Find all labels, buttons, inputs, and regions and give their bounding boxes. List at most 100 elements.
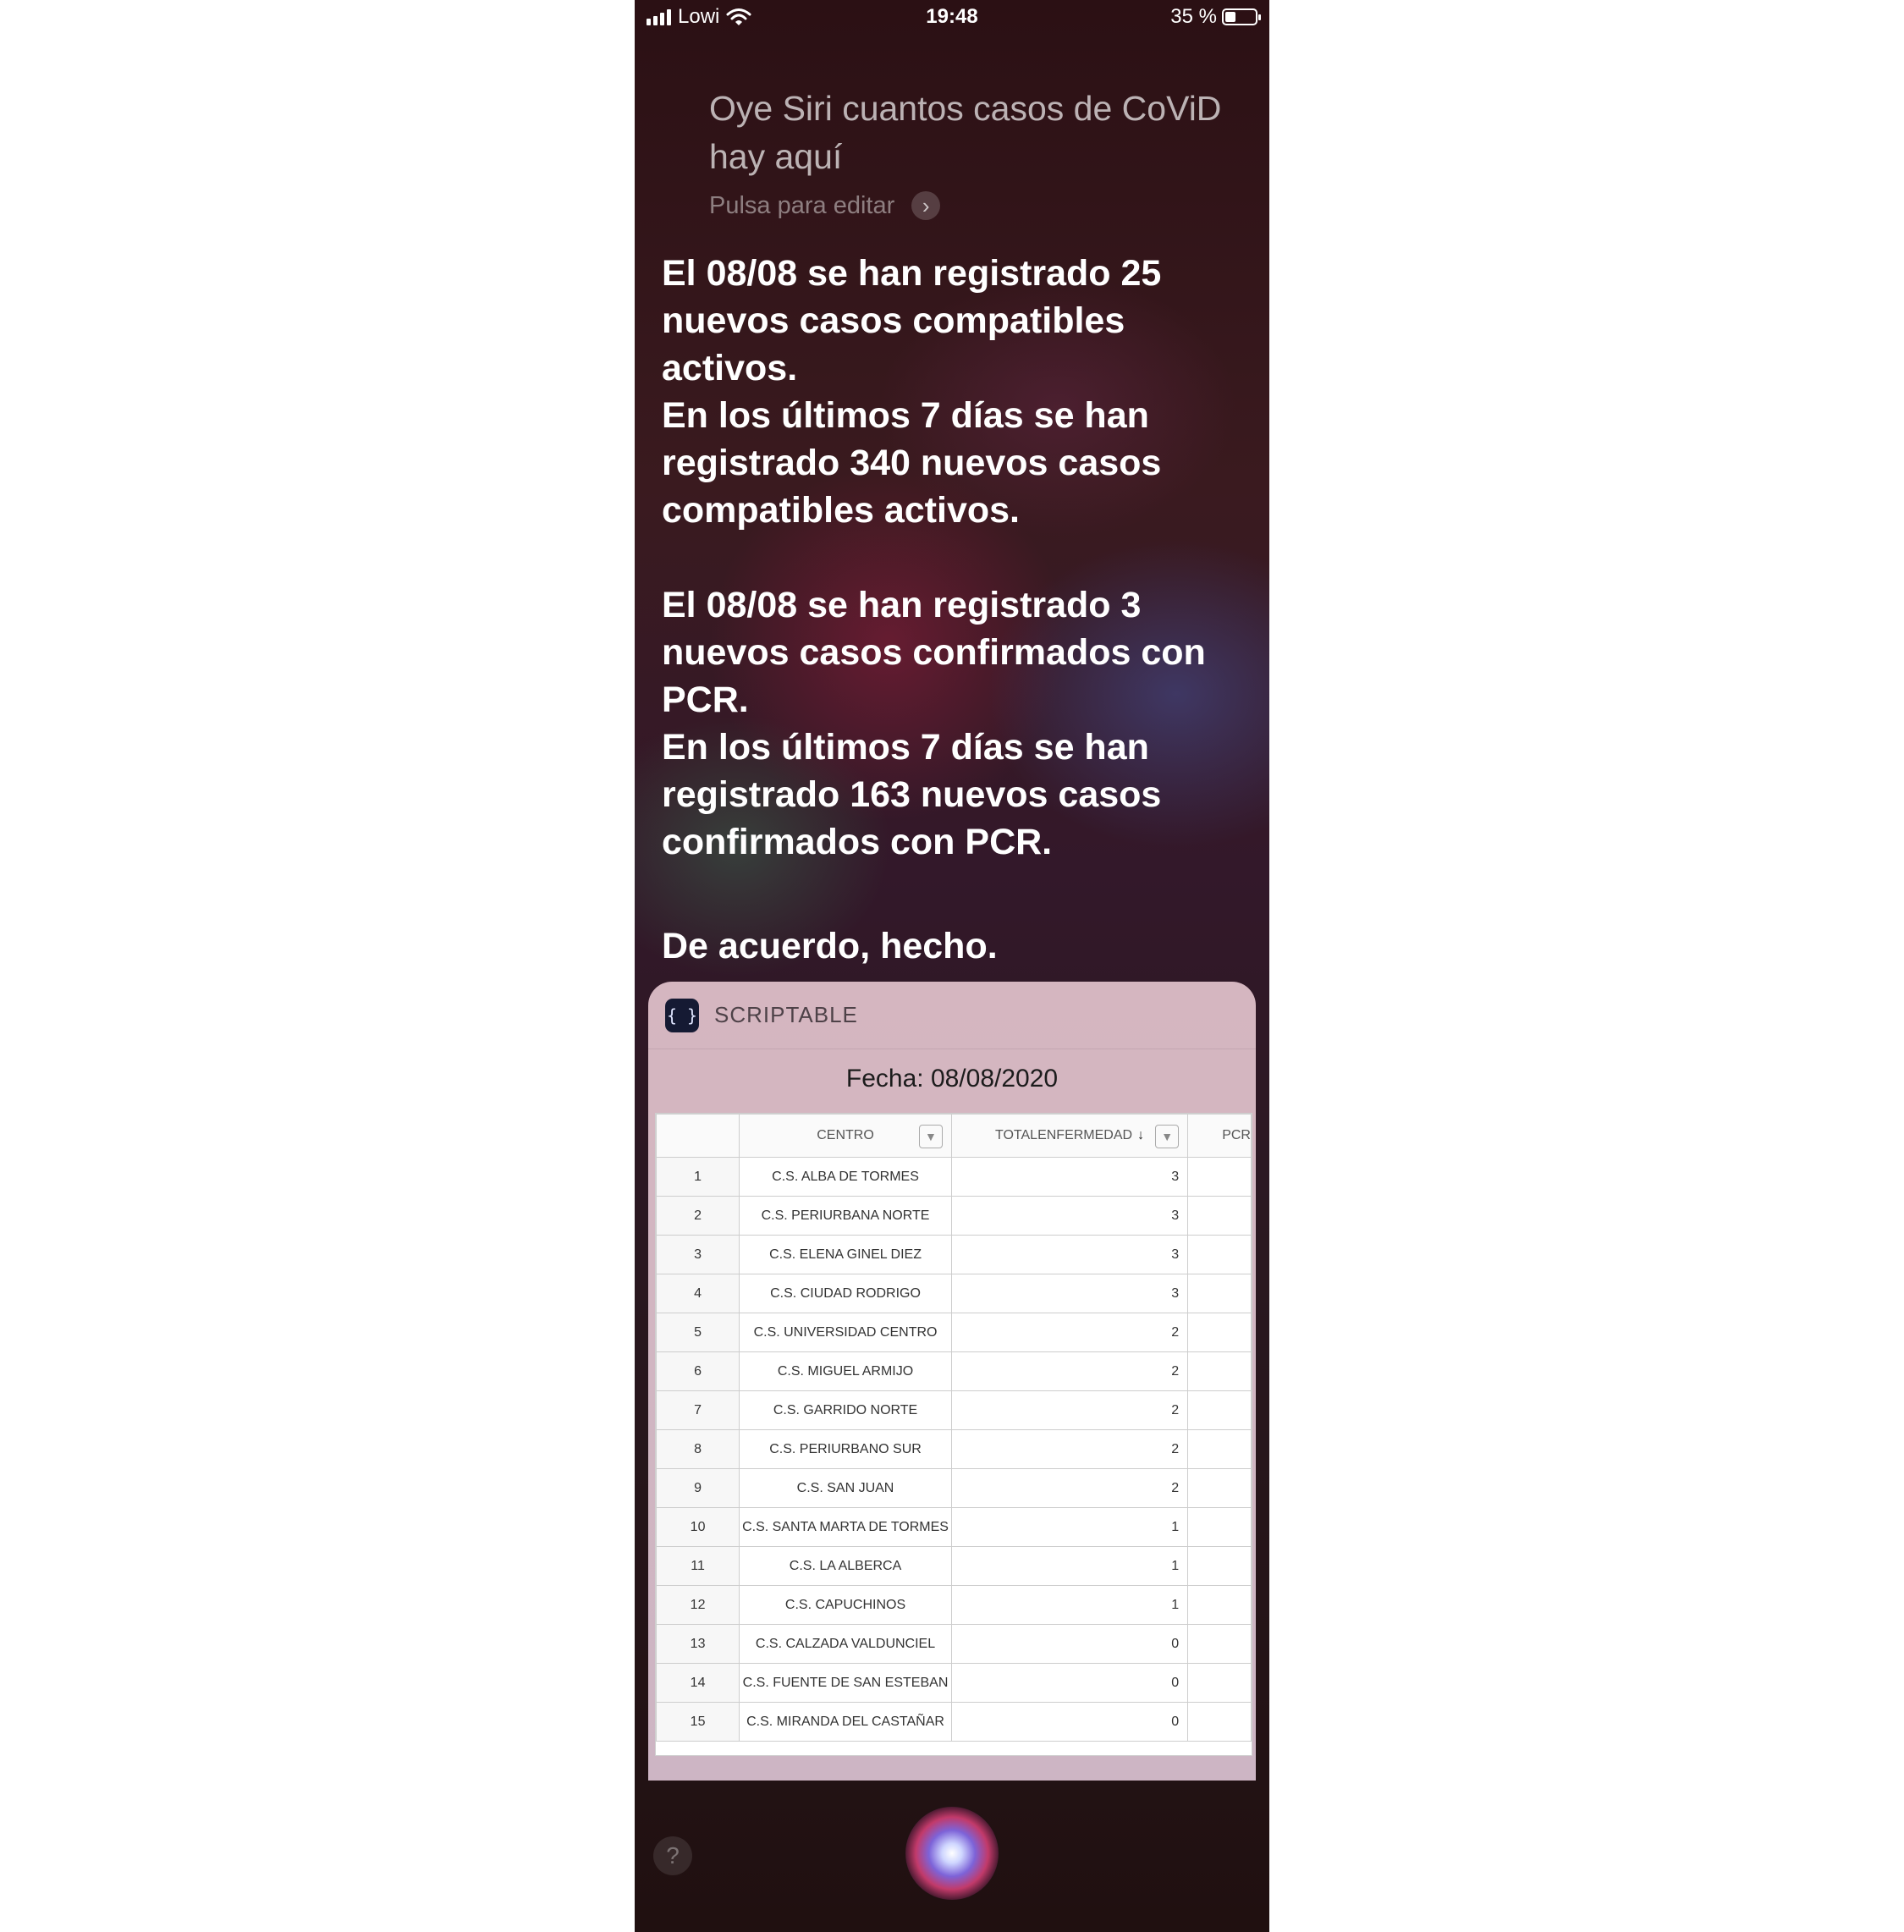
siri-screen: Lowi 19:48 35 % Oye Siri cuantos casos d… — [635, 0, 1269, 1932]
row-index: 4 — [656, 1274, 740, 1313]
row-index: 2 — [656, 1196, 740, 1236]
pcr-cell — [1187, 1624, 1252, 1664]
help-button[interactable]: ? — [653, 1836, 692, 1875]
pcr-cell — [1187, 1274, 1252, 1313]
table-row[interactable]: 2 C.S. PERIURBANA NORTE 3 — [656, 1196, 1252, 1236]
row-index: 8 — [656, 1429, 740, 1469]
total-cell: 3 — [950, 1274, 1189, 1313]
pcr-cell — [1187, 1507, 1252, 1547]
table-row[interactable]: 6 C.S. MIGUEL ARMIJO 2 — [656, 1351, 1252, 1391]
table-row[interactable]: 10 C.S. SANTA MARTA DE TORMES 1 — [656, 1507, 1252, 1547]
total-cell: 2 — [950, 1468, 1189, 1508]
answer-text: En los últimos 7 días se han registrado … — [662, 395, 1162, 531]
centro-cell: C.S. UNIVERSIDAD CENTRO — [739, 1313, 952, 1352]
centro-cell: C.S. ELENA GINEL DIEZ — [739, 1235, 952, 1274]
scriptable-card[interactable]: { } SCRIPTABLE Fecha: 08/08/2020 CENTRO … — [648, 982, 1256, 1781]
total-cell: 3 — [950, 1157, 1189, 1197]
siri-query[interactable]: Oye Siri cuantos casos de CoViD hay aquí — [709, 85, 1251, 181]
pcr-cell — [1187, 1468, 1252, 1508]
centro-cell: C.S. CIUDAD RODRIGO — [739, 1274, 952, 1313]
pcr-cell — [1187, 1663, 1252, 1703]
total-cell: 0 — [950, 1663, 1189, 1703]
filter-icon[interactable]: ▼ — [1155, 1125, 1180, 1148]
total-cell: 3 — [950, 1235, 1189, 1274]
column-label: PCR — [1222, 1128, 1251, 1142]
pcr-cell — [1187, 1351, 1252, 1391]
results-table[interactable]: CENTRO ▼ TOTALENFERMEDAD ↓ ▼ PCR 1 C.S. AL… — [655, 1113, 1252, 1756]
siri-answer: El 08/08 se han registrado 25 nuevos cas… — [662, 250, 1246, 866]
row-index: 13 — [656, 1624, 740, 1664]
row-index: 14 — [656, 1663, 740, 1703]
table-row[interactable]: 3 C.S. ELENA GINEL DIEZ 3 — [656, 1235, 1252, 1274]
row-index: 15 — [656, 1702, 740, 1742]
status-bar: Lowi 19:48 35 % — [635, 0, 1269, 34]
total-cell: 1 — [950, 1585, 1189, 1625]
answer-text: El 08/08 se han registrado 3 nuevos caso… — [662, 585, 1206, 720]
pcr-cell — [1187, 1235, 1252, 1274]
centro-cell: C.S. PERIURBANO SUR — [739, 1429, 952, 1469]
centro-cell: C.S. PERIURBANA NORTE — [739, 1196, 952, 1236]
centro-cell: C.S. CAPUCHINOS — [739, 1585, 952, 1625]
column-label: CENTRO — [817, 1128, 874, 1142]
table-row[interactable]: 14 C.S. FUENTE DE SAN ESTEBAN 0 — [656, 1663, 1252, 1703]
battery-percent: 35 % — [1170, 5, 1217, 28]
table-row[interactable]: 9 C.S. SAN JUAN 2 — [656, 1468, 1252, 1508]
pcr-cell — [1187, 1702, 1252, 1742]
table-row[interactable]: 13 C.S. CALZADA VALDUNCIEL 0 — [656, 1624, 1252, 1664]
table-row[interactable]: 8 C.S. PERIURBANO SUR 2 — [656, 1429, 1252, 1469]
centro-cell: C.S. SAN JUAN — [739, 1468, 952, 1508]
curly-braces-icon: { } — [665, 998, 699, 1032]
table-row[interactable]: 11 C.S. LA ALBERCA 1 — [656, 1546, 1252, 1586]
table-header-row: CENTRO ▼ TOTALENFERMEDAD ↓ ▼ PCR — [656, 1114, 1252, 1158]
row-index: 10 — [656, 1507, 740, 1547]
total-cell: 1 — [950, 1546, 1189, 1586]
pcr-cell — [1187, 1585, 1252, 1625]
total-cell: 2 — [950, 1351, 1189, 1391]
column-header-centro[interactable]: CENTRO ▼ — [739, 1114, 952, 1158]
pcr-cell — [1187, 1546, 1252, 1586]
filter-icon[interactable]: ▼ — [918, 1125, 943, 1148]
row-index: 7 — [656, 1390, 740, 1430]
app-name: SCRIPTABLE — [714, 1002, 858, 1027]
status-right: 35 % — [1170, 5, 1261, 29]
answer-text: En los últimos 7 días se han registrado … — [662, 727, 1162, 862]
total-cell: 2 — [950, 1390, 1189, 1430]
centro-cell: C.S. ALBA DE TORMES — [739, 1157, 952, 1197]
row-index: 3 — [656, 1235, 740, 1274]
centro-cell: C.S. MIRANDA DEL CASTAÑAR — [739, 1702, 952, 1742]
date-title: Fecha: 08/08/2020 — [845, 1065, 1059, 1093]
row-index: 6 — [656, 1351, 740, 1391]
row-index: 5 — [656, 1313, 740, 1352]
table-row[interactable]: 12 C.S. CAPUCHINOS 1 — [656, 1585, 1252, 1625]
pcr-cell — [1187, 1196, 1252, 1236]
centro-cell: C.S. CALZADA VALDUNCIEL — [739, 1624, 952, 1664]
edit-query-button[interactable]: Pulsa para editar › — [709, 191, 941, 220]
column-label: TOTALENFERMEDAD — [994, 1128, 1133, 1142]
column-header-total[interactable]: TOTALENFERMEDAD ↓ ▼ — [950, 1114, 1189, 1158]
pcr-cell — [1187, 1157, 1252, 1197]
row-index: 9 — [656, 1468, 740, 1508]
battery-icon — [1222, 8, 1261, 25]
total-cell: 2 — [950, 1429, 1189, 1469]
answer-text: El 08/08 se han registrado 25 nuevos cas… — [662, 253, 1162, 388]
row-index: 11 — [656, 1546, 740, 1586]
sort-down-icon: ↓ — [1137, 1128, 1145, 1142]
column-header-pcr[interactable]: PCR — [1187, 1114, 1252, 1158]
table-row[interactable]: 1 C.S. ALBA DE TORMES 3 — [656, 1157, 1252, 1197]
table-row[interactable]: 15 C.S. MIRANDA DEL CASTAÑAR 0 — [656, 1702, 1252, 1742]
table-row[interactable]: 5 C.S. UNIVERSIDAD CENTRO 2 — [656, 1313, 1252, 1352]
total-cell: 2 — [950, 1313, 1189, 1352]
centro-cell: C.S. MIGUEL ARMIJO — [739, 1351, 952, 1391]
edit-hint: Pulsa para editar — [709, 191, 895, 219]
siri-orb-icon[interactable] — [905, 1807, 999, 1900]
table-row[interactable]: 7 C.S. GARRIDO NORTE 2 — [656, 1390, 1252, 1430]
table-row[interactable]: 4 C.S. CIUDAD RODRIGO 3 — [656, 1274, 1252, 1313]
total-cell: 0 — [950, 1702, 1189, 1742]
pcr-cell — [1187, 1429, 1252, 1469]
total-cell: 3 — [950, 1196, 1189, 1236]
pcr-cell — [1187, 1390, 1252, 1430]
index-header — [656, 1114, 740, 1158]
chevron-right-icon: › — [911, 191, 941, 220]
answer-done: De acuerdo, hecho. — [662, 926, 998, 966]
centro-cell: C.S. GARRIDO NORTE — [739, 1390, 952, 1430]
